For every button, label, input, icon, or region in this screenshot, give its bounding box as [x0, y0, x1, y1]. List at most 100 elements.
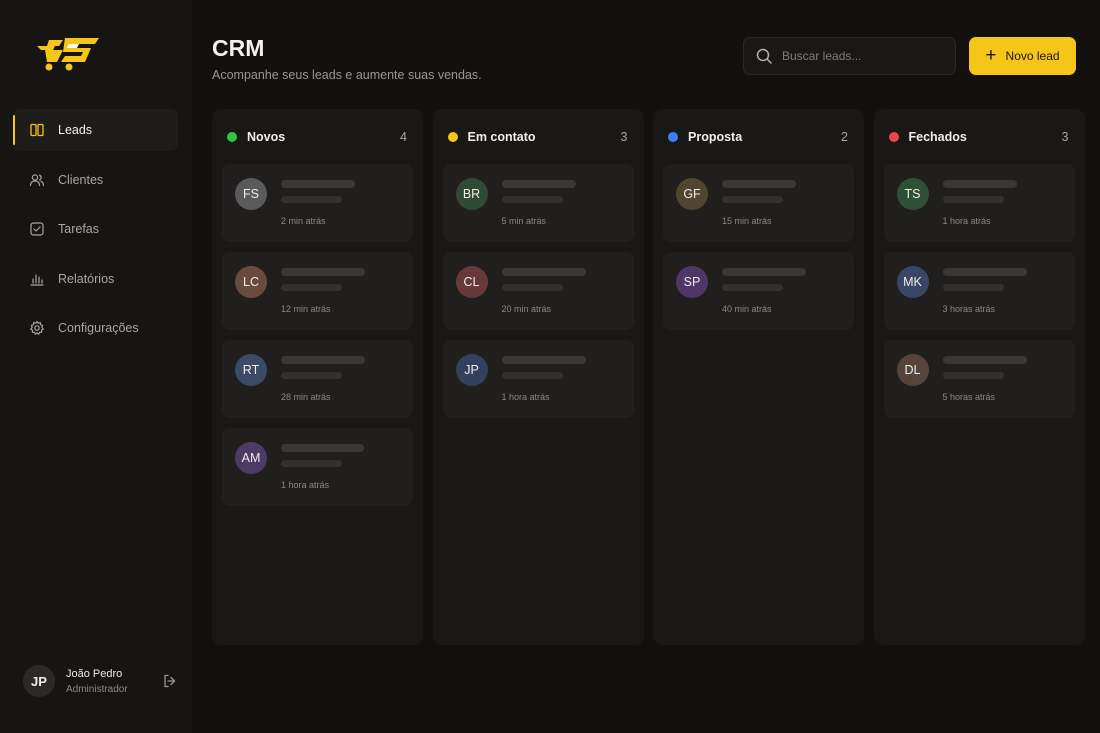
- user-profile: JP João Pedro Administrador: [23, 664, 178, 698]
- lead-time: 5 horas atrás: [942, 392, 996, 402]
- column-title: Proposta: [688, 129, 743, 144]
- user-name: João Pedro: [66, 667, 123, 680]
- avatar: CL: [455, 266, 488, 298]
- search-icon: [756, 48, 772, 64]
- avatar: RT: [235, 354, 267, 386]
- sidebar-item-tarefas[interactable]: Tarefas: [13, 208, 178, 250]
- columns-icon: [29, 122, 45, 138]
- checkbox-icon: [29, 221, 45, 237]
- lead-name-placeholder: [281, 180, 355, 188]
- new-lead-button[interactable]: + Novo lead: [969, 37, 1076, 75]
- logout-icon[interactable]: [162, 673, 178, 689]
- lead-card[interactable]: SP 40 min atrás: [663, 252, 854, 330]
- kanban-board: Novos 4 FS 2 min atrás LC 12 min atrás RT 28 mi…: [212, 109, 1094, 645]
- crm-app: Leads Clientes Tarefas Relatórios Configuraç…: [0, 0, 1100, 733]
- sidebar-item-clientes[interactable]: Clientes: [13, 159, 178, 201]
- lead-name-placeholder: [281, 444, 364, 452]
- column-header: Novos 4: [212, 109, 423, 164]
- lead-card[interactable]: TS 1 hora atrás: [883, 164, 1075, 242]
- lead-time: 1 hora atrás: [281, 480, 330, 490]
- lead-detail-placeholder: [501, 372, 563, 379]
- sidebar: Leads Clientes Tarefas Relatórios Configuraç…: [0, 0, 192, 733]
- user-info: João Pedro Administrador: [66, 668, 162, 695]
- lead-name-placeholder: [722, 268, 806, 276]
- lead-detail-placeholder: [281, 372, 342, 379]
- kanban-column-em-contato: Em contato 3 BR 5 min atrás CL 20 min atrás JP…: [432, 109, 644, 645]
- search-box: [743, 37, 956, 75]
- lead-time: 1 hora atrás: [501, 392, 550, 402]
- column-header: Proposta 2: [653, 109, 864, 164]
- lead-time: 1 hora atrás: [942, 216, 991, 226]
- lead-name-placeholder: [501, 356, 586, 364]
- avatar: LC: [235, 266, 267, 298]
- lead-time: 5 min atrás: [501, 216, 547, 226]
- avatar: TS: [896, 178, 929, 210]
- column-title: Fechados: [908, 129, 967, 144]
- cart-logo-icon[interactable]: [35, 34, 101, 74]
- lead-name-placeholder: [501, 180, 576, 188]
- lead-card[interactable]: AM 1 hora atrás: [222, 428, 413, 506]
- page-title: CRM: [212, 35, 265, 61]
- avatar: JP: [455, 354, 488, 386]
- lead-name-placeholder: [501, 268, 586, 276]
- lead-detail-placeholder: [942, 372, 1004, 379]
- lead-card[interactable]: CL 20 min atrás: [442, 252, 634, 330]
- sidebar-item-leads[interactable]: Leads: [13, 109, 178, 151]
- lead-time: 20 min atrás: [501, 304, 552, 314]
- lead-card[interactable]: RT 28 min atrás: [222, 340, 413, 418]
- lead-card[interactable]: MK 3 horas atrás: [883, 252, 1075, 330]
- lead-detail-placeholder: [722, 284, 783, 291]
- column-title: Novos: [247, 129, 286, 144]
- lead-name-placeholder: [722, 180, 796, 188]
- sidebar-item-label: Configurações: [58, 321, 139, 335]
- page-subtitle: Acompanhe seus leads e aumente suas vend…: [212, 68, 482, 82]
- sidebar-nav: Leads Clientes Tarefas Relatórios Configuraç…: [13, 109, 178, 357]
- lead-time: 40 min atrás: [722, 304, 772, 314]
- status-dot: [668, 131, 678, 142]
- column-count: 4: [400, 129, 407, 144]
- kanban-column-novos: Novos 4 FS 2 min atrás LC 12 min atrás RT 28 mi…: [212, 109, 423, 645]
- avatar: BR: [455, 178, 488, 210]
- lead-time: 2 min atrás: [281, 216, 326, 226]
- lead-name-placeholder: [942, 268, 1027, 276]
- lead-card[interactable]: GF 15 min atrás: [663, 164, 854, 242]
- avatar: SP: [676, 266, 708, 298]
- status-dot: [227, 131, 237, 142]
- status-dot: [888, 131, 899, 142]
- kanban-column-fechados: Fechados 3 TS 1 hora atrás MK 3 horas atrás DL…: [873, 109, 1085, 645]
- user-role: Administrador: [66, 683, 128, 695]
- search-input[interactable]: [782, 49, 942, 63]
- new-lead-label: Novo lead: [1005, 49, 1060, 63]
- gear-icon: [29, 320, 45, 336]
- lead-card[interactable]: DL 5 horas atrás: [883, 340, 1075, 418]
- lead-card[interactable]: LC 12 min atrás: [222, 252, 413, 330]
- lead-name-placeholder: [942, 356, 1027, 364]
- lead-card[interactable]: FS 2 min atrás: [222, 164, 413, 242]
- sidebar-item-label: Leads: [58, 123, 93, 137]
- lead-time: 28 min atrás: [281, 392, 331, 402]
- lead-detail-placeholder: [942, 284, 1004, 291]
- lead-detail-placeholder: [281, 460, 342, 467]
- sidebar-item-label: Relatórios: [58, 271, 115, 286]
- lead-name-placeholder: [281, 356, 365, 364]
- avatar: DL: [896, 354, 929, 386]
- sidebar-item-configuracoes[interactable]: Configurações: [13, 307, 178, 349]
- main-content: CRM Acompanhe seus leads e aumente suas …: [192, 0, 1100, 733]
- lead-detail-placeholder: [501, 284, 563, 291]
- kanban-column-proposta: Proposta 2 GF 15 min atrás SP 40 min atrás: [653, 109, 864, 645]
- users-icon: [29, 172, 45, 188]
- column-count: 2: [841, 129, 848, 144]
- bar-chart-icon: [29, 271, 45, 287]
- lead-detail-placeholder: [281, 284, 342, 291]
- lead-name-placeholder: [281, 268, 365, 276]
- lead-detail-placeholder: [281, 196, 342, 203]
- lead-card[interactable]: JP 1 hora atrás: [442, 340, 634, 418]
- lead-name-placeholder: [942, 180, 1017, 188]
- sidebar-item-relatorios[interactable]: Relatórios: [13, 258, 178, 300]
- sidebar-item-label: Clientes: [58, 172, 104, 187]
- lead-detail-placeholder: [501, 196, 563, 203]
- lead-card[interactable]: BR 5 min atrás: [442, 164, 634, 242]
- avatar: FS: [235, 178, 267, 210]
- avatar[interactable]: JP: [23, 665, 55, 697]
- column-count: 3: [620, 129, 628, 144]
